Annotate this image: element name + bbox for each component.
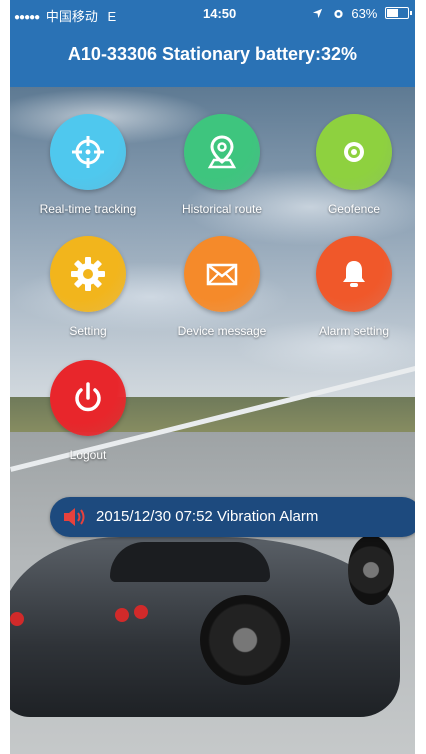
alarm-clock-icon	[334, 9, 343, 19]
historical-route-button[interactable]: Historical route	[152, 114, 292, 216]
location-arrow-icon	[313, 8, 323, 19]
bell-icon	[343, 261, 365, 287]
alarm-setting-label: Alarm setting	[318, 324, 390, 338]
gear-icon	[71, 257, 105, 291]
setting-button[interactable]: Setting	[18, 236, 158, 338]
car-taillight	[134, 605, 148, 619]
real-time-tracking-button[interactable]: Real-time tracking	[18, 114, 158, 216]
setting-label: Setting	[69, 324, 107, 338]
car-window	[110, 542, 270, 582]
map-pin-icon	[207, 135, 237, 169]
signal-strength-icon: ●●●●●	[14, 12, 40, 23]
status-right: 63%	[312, 6, 412, 21]
alarm-setting-button[interactable]: Alarm setting	[284, 236, 415, 338]
carrier-info: ●●●●● 中国移动 E	[14, 6, 116, 25]
device-message-button[interactable]: Device message	[152, 236, 292, 338]
geofence-label: Geofence	[327, 202, 381, 216]
battery-icon	[385, 7, 412, 19]
target-icon	[344, 142, 364, 162]
status-bar: ●●●●● 中国移动 E 14:50 63%	[10, 0, 415, 28]
logout-circle[interactable]	[50, 360, 126, 436]
header-bar: ●●●●● 中国移动 E 14:50 63% A10-33306 Station…	[10, 0, 415, 87]
real-time-tracking-circle[interactable]	[50, 114, 126, 190]
geofence-circle[interactable]	[316, 114, 392, 190]
car-wheel	[348, 535, 394, 605]
page-title: A10-33306 Stationary battery:32%	[67, 44, 358, 64]
setting-circle[interactable]	[50, 236, 126, 312]
speaker-icon	[64, 508, 85, 526]
car-wheel	[200, 595, 290, 685]
car-taillight	[115, 608, 129, 622]
battery-percent: 63%	[351, 6, 378, 21]
logout-label: Logout	[69, 448, 107, 462]
crosshair-icon	[72, 136, 104, 168]
historical-route-label: Historical route	[181, 202, 263, 216]
carrier-name: 中国移动	[45, 9, 98, 24]
logout-button[interactable]: Logout	[18, 360, 158, 462]
alarm-notification-banner[interactable]: 2015/12/30 07:52 Vibration Alarm	[50, 497, 415, 537]
device-message-circle[interactable]	[184, 236, 260, 312]
alarm-setting-circle[interactable]	[316, 236, 392, 312]
historical-route-circle[interactable]	[184, 114, 260, 190]
car-taillight	[10, 612, 24, 626]
envelope-icon	[206, 263, 238, 286]
alarm-text: 2015/12/30 07:52 Vibration Alarm	[96, 508, 319, 525]
geofence-button[interactable]: Geofence	[284, 114, 415, 216]
device-message-label: Device message	[177, 324, 267, 338]
real-time-tracking-label: Real-time tracking	[39, 202, 137, 216]
status-time: 14:50	[203, 6, 237, 21]
app-screen: ●●●●● 中国移动 E 14:50 63% A10-33306 Station…	[10, 0, 415, 754]
network-type: E	[107, 9, 117, 24]
power-icon	[75, 382, 101, 412]
